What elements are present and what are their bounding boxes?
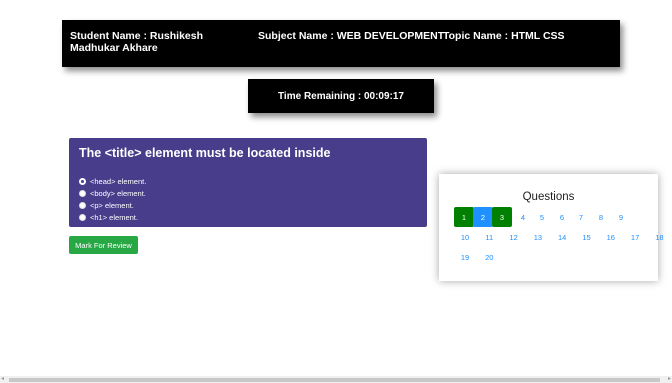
question-number-6[interactable]: 6 <box>552 207 572 227</box>
time-remaining: Time Remaining : 00:09:17 <box>248 79 434 113</box>
radio-icon[interactable] <box>79 213 86 221</box>
panel-title: Questions <box>522 191 575 203</box>
option-label: <body> element. <box>90 188 146 198</box>
mark-for-review-button[interactable]: Mark For Review <box>69 236 138 254</box>
subject-name: Subject Name : WEB DEVELOPMENT <box>258 30 445 42</box>
question-number-1[interactable]: 1 <box>454 207 474 227</box>
horizontal-scrollbar[interactable]: ◂ ▸ <box>0 376 672 383</box>
question-number-3[interactable]: 3 <box>492 207 512 227</box>
question-number-8[interactable]: 8 <box>591 207 611 227</box>
option-head[interactable]: <head> element. <box>79 175 146 187</box>
question-number-17[interactable]: 17 <box>625 227 645 247</box>
question-number-20[interactable]: 20 <box>479 247 499 267</box>
question-number-10[interactable]: 10 <box>455 227 475 247</box>
scroll-right-icon[interactable]: ▸ <box>668 376 671 383</box>
question-title: The <title> element must be located insi… <box>79 146 331 160</box>
header-bar: Student Name : Rushikesh Madhukar Akhare… <box>62 20 620 67</box>
question-number-4[interactable]: 4 <box>513 207 533 227</box>
question-number-14[interactable]: 14 <box>552 227 572 247</box>
question-number-18[interactable]: 18 <box>649 227 669 247</box>
question-number-12[interactable]: 12 <box>504 227 524 247</box>
options-list: <head> element. <body> element. <p> elem… <box>79 175 146 223</box>
question-card: The <title> element must be located insi… <box>69 138 427 227</box>
topic-name: Topic Name : HTML CSS <box>443 30 565 42</box>
option-h1[interactable]: <h1> element. <box>79 211 146 223</box>
option-label: <head> element. <box>90 176 147 186</box>
scrollbar-thumb[interactable] <box>9 378 660 382</box>
option-p[interactable]: <p> element. <box>79 199 146 211</box>
question-number-11[interactable]: 11 <box>479 227 499 247</box>
scroll-left-icon[interactable]: ◂ <box>1 376 4 383</box>
radio-icon[interactable] <box>79 189 86 197</box>
question-number-19[interactable]: 19 <box>455 247 475 267</box>
question-number-9[interactable]: 9 <box>611 207 631 227</box>
questions-panel: Questions 1 2 3 4 5 6 7 8 9 10 11 12 13 14 15 16 17 18 19 2… <box>439 174 664 281</box>
radio-icon[interactable] <box>79 201 86 209</box>
question-number-13[interactable]: 13 <box>528 227 548 247</box>
option-label: <p> element. <box>90 200 134 210</box>
option-label: <h1> element. <box>90 212 138 222</box>
question-number-15[interactable]: 15 <box>577 227 597 247</box>
option-body[interactable]: <body> element. <box>79 187 146 199</box>
question-number-2[interactable]: 2 <box>473 207 493 227</box>
radio-icon[interactable] <box>79 177 86 185</box>
question-number-16[interactable]: 16 <box>601 227 621 247</box>
question-number-7[interactable]: 7 <box>571 207 591 227</box>
question-number-5[interactable]: 5 <box>532 207 552 227</box>
student-name: Student Name : Rushikesh Madhukar Akhare <box>70 30 204 54</box>
